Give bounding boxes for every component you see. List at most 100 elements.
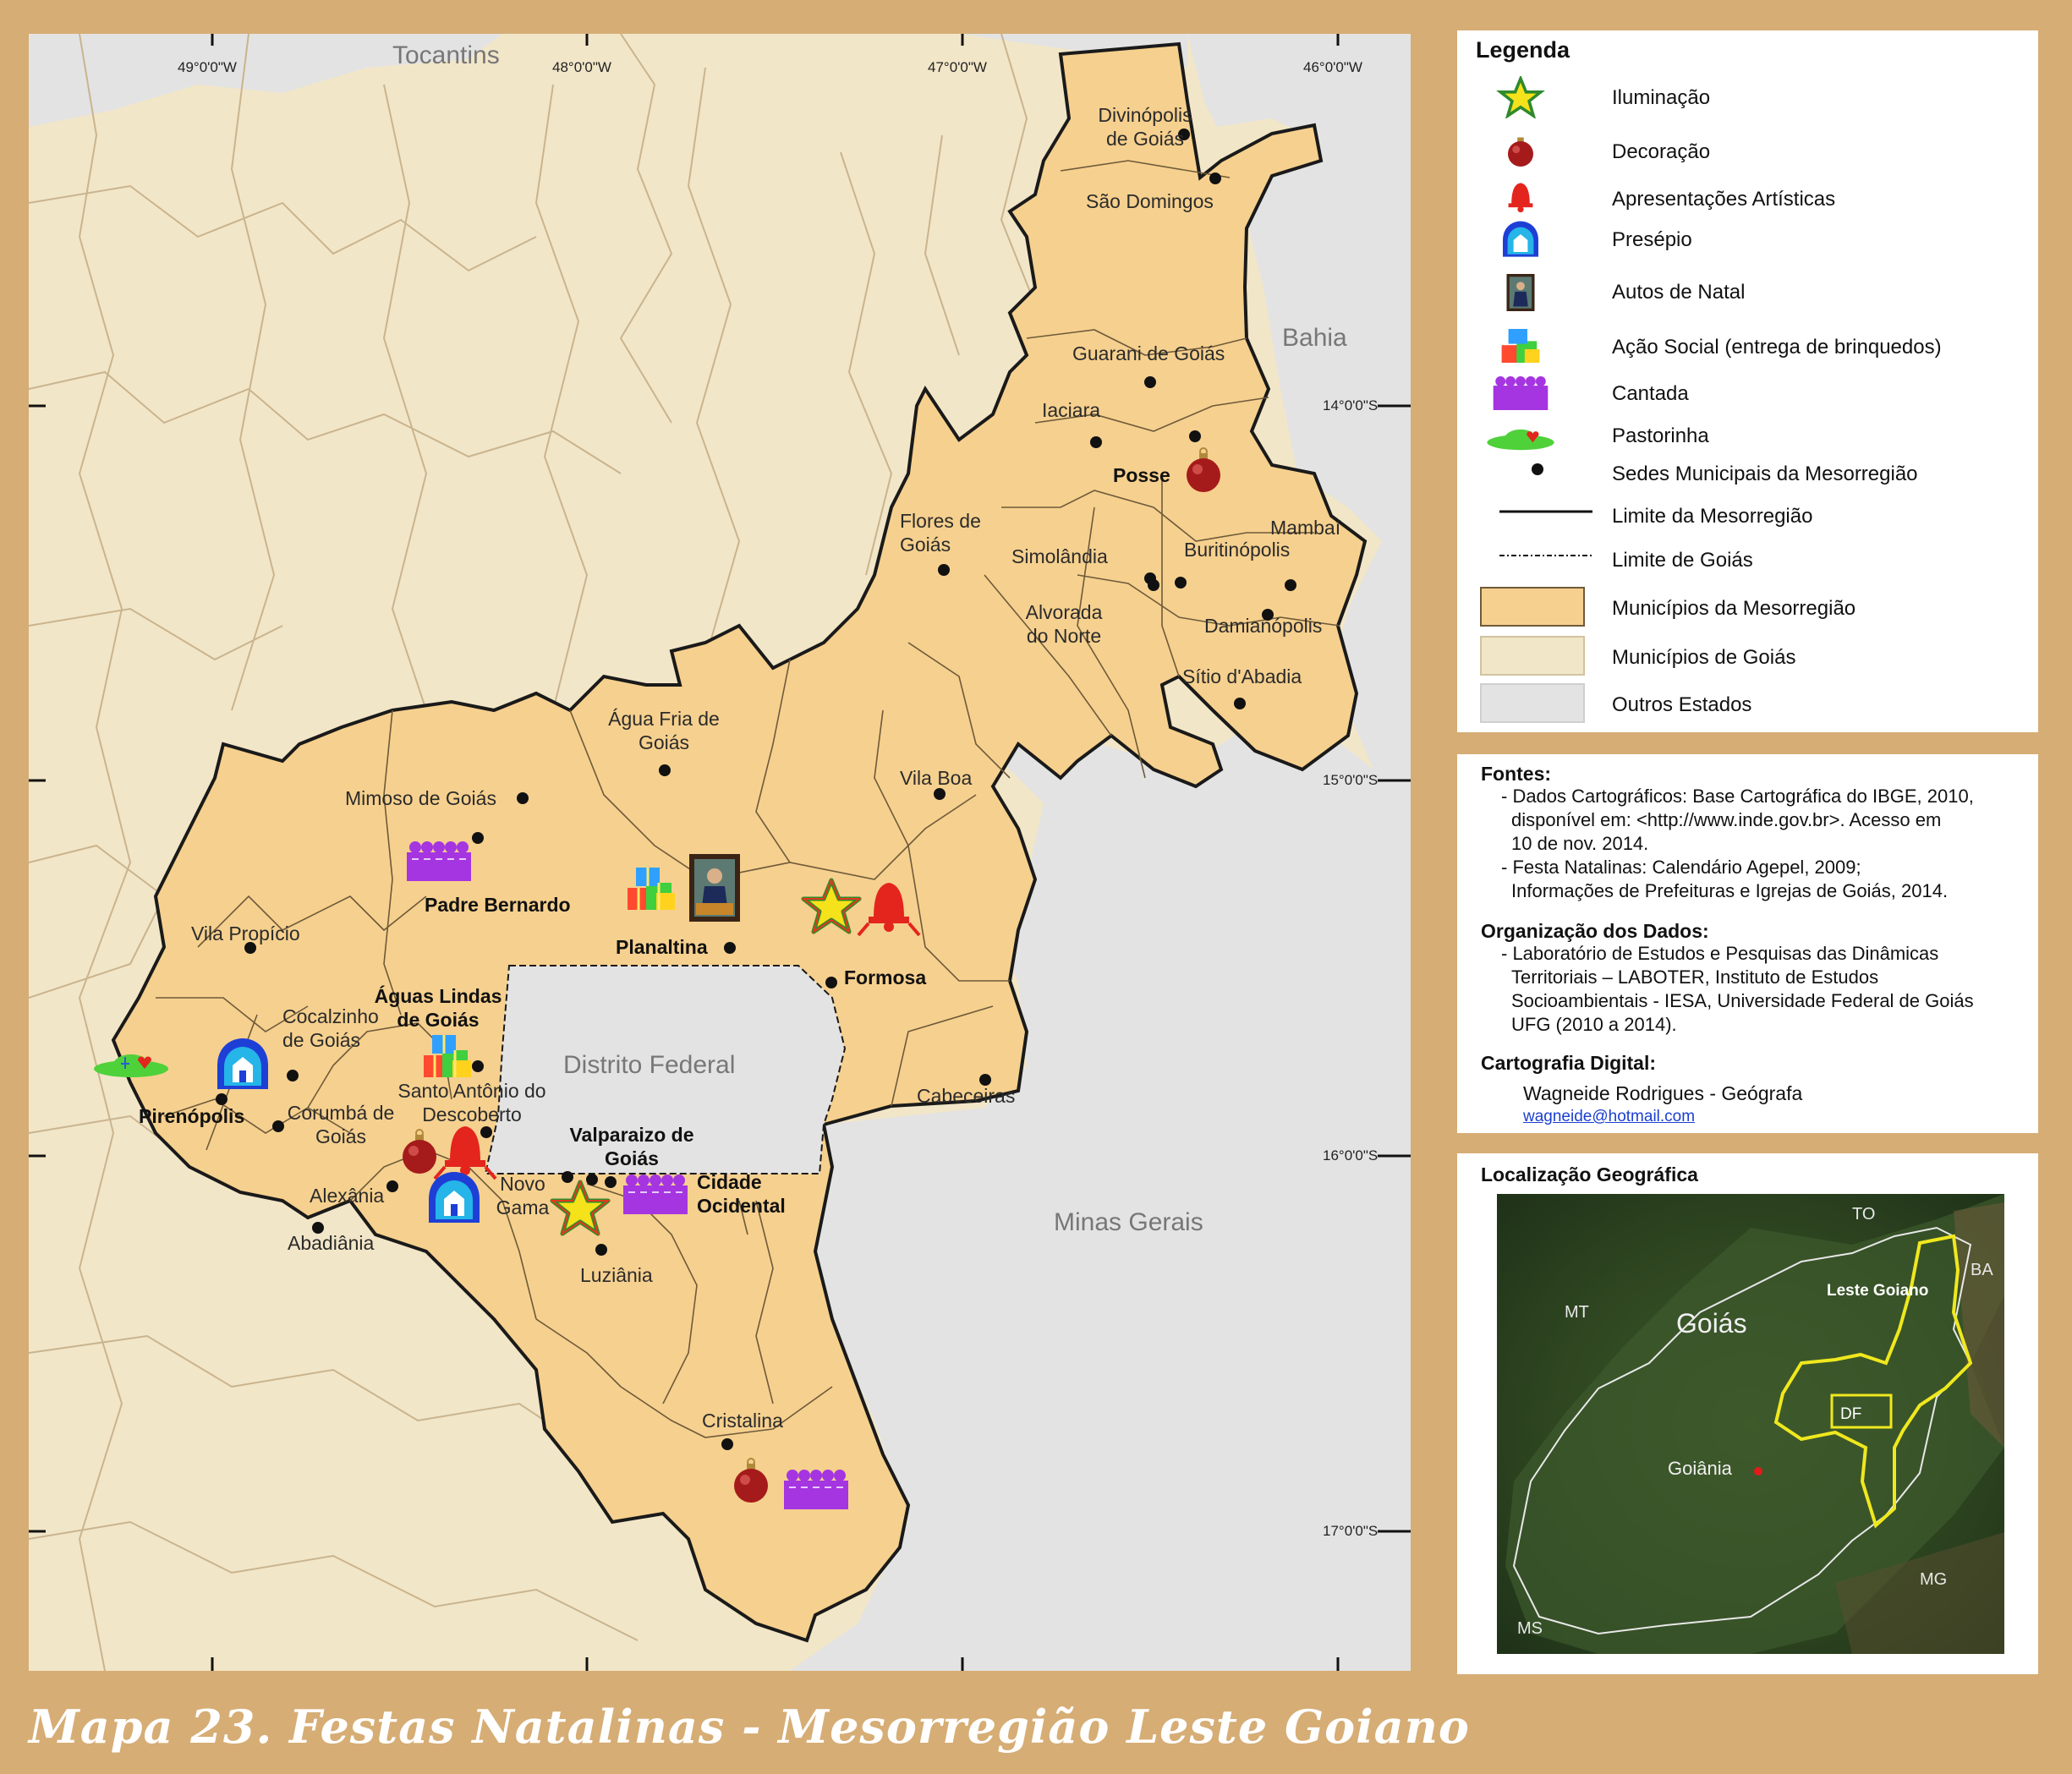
municipality-label: Valparaizo de Goiás [569,1124,694,1169]
latitude-label: 17°0'0"S [1323,1523,1379,1539]
nativity-play-icon [1506,274,1535,311]
sources-title: Fontes: [1481,763,1552,785]
swatch-other-states [1480,683,1585,723]
state-label-bahia: Bahia [1282,324,1347,352]
cantada-icon-padre-bernardo [406,840,472,882]
municipality-label: Água Fria de Goiás [608,708,720,753]
loc-label-mg: MG [1920,1570,1947,1589]
cartographer-email-link[interactable]: wagneide@hotmail.com [1523,1108,1695,1126]
swatch-goias [1480,636,1585,676]
legend-label: Municípios de Goiás [1612,646,1796,669]
ornament-ball-icon [1508,137,1533,167]
legend-label: Limite de Goiás [1612,549,1753,572]
municipality-label: Cidade Ocidental [697,1171,786,1217]
longitude-label: 46°0'0"W [1303,59,1362,75]
legend-label: Outros Estados [1612,693,1752,716]
latitude-label: 14°0'0"S [1323,397,1379,413]
municipality-label: Mimoso de Goiás [345,787,496,809]
longitude-label: 49°0'0"W [178,59,237,75]
legend-label: Presépio [1612,228,1692,251]
legend-label: Decoração [1612,140,1711,163]
loc-label-mt: MT [1565,1303,1589,1322]
loc-label-goias: Goiás [1676,1308,1747,1339]
legend-item-municipios-mesorregiao: Municípios da Mesorregião [1457,587,2038,629]
dot-icon [1532,463,1543,475]
state-label-minas-gerais: Minas Gerais [1054,1208,1203,1236]
map-area[interactable]: 49°0'0"W 48°0'0"W 47°0'0"W 46°0'0"W 14°0… [29,34,1411,1671]
presepio-icon-novo-gama [429,1172,480,1223]
bell-icon [1508,183,1533,213]
location-map: TO BA MT Goiás Leste Goiano DF Goiânia M… [1497,1194,2004,1654]
municipality-label: Mambaí [1270,517,1341,539]
municipality-label: Vila Propício [191,923,300,944]
municipality-label: Cristalina [702,1410,783,1432]
legend-item-municipios-goias: Municípios de Goiás [1457,636,2038,678]
legend-label: Iluminação [1612,86,1711,109]
shepherdess-hat-icon [1487,429,1554,451]
legend-item-limite-mesorregiao: Limite da Mesorregião [1457,495,2038,537]
loc-label-leste-goiano: Leste Goiano [1827,1282,1928,1300]
municipality-label: Pirenópolis [139,1105,245,1127]
legend-item-decoracao: Decoração [1457,130,2038,172]
choir-icon [1493,376,1549,410]
legend-item-sedes: Sedes Municipais da Mesorregião [1457,452,2038,495]
legend-label: Sedes Municipais da Mesorregião [1612,463,1918,485]
legend-item-cantada: Cantada [1457,372,2038,414]
municipality-label: Formosa [844,966,927,988]
autos-de-natal-icon-planaltina [689,854,740,922]
legend-label: Ação Social (entrega de brinquedos) [1612,336,1942,359]
location-panel: Localização Geográfica TO BA MT Goiás Le… [1457,1153,2038,1674]
legend-label: Pastorinha [1612,424,1709,447]
municipality-label: Vila Boa [900,767,973,789]
latitude-label: 15°0'0"S [1323,772,1379,788]
municipality-label: Iaciara [1042,399,1101,421]
municipality-label: Damianópolis [1204,615,1323,637]
organization-line: Socioambientais - IESA, Universidade Fed… [1511,990,1974,1011]
source-line: - Festa Natalinas: Calendário Agepel, 20… [1501,857,1861,878]
legend-label: Apresentações Artísticas [1612,188,1836,211]
municipality-label: Luziânia [580,1264,653,1286]
loc-label-to: TO [1852,1205,1875,1224]
longitude-label: 47°0'0"W [928,59,987,75]
municipality-label: Flores de Goiás [900,510,981,556]
loc-label-ba: BA [1971,1261,1993,1279]
municipality-label: Guarani de Goiás [1072,342,1225,364]
legend-item-presepio: Presépio [1457,218,2038,260]
legend-label: Limite da Mesorregião [1612,505,1813,528]
source-line: Informações de Prefeituras e Igrejas de … [1511,880,1949,901]
swatch-mesoregion [1480,587,1585,627]
map-title: Mapa 23. Festas Natalinas - Mesorregião … [29,1700,1470,1754]
municipality-label: Cabeceiras [917,1085,1016,1107]
legend-label: Municípios da Mesorregião [1612,597,1856,620]
municipality-label: São Domingos [1086,190,1214,212]
municipality-label: Simolândia [1011,545,1108,567]
municipality-label: Alexânia [310,1185,385,1207]
cantada-icon-cidade-ocidental [622,1174,688,1215]
state-label-tocantins: Tocantins [392,41,500,69]
longitude-label: 48°0'0"W [552,59,611,75]
organization-line: UFG (2010 a 2014). [1511,1014,1677,1035]
legend-title: Legenda [1476,37,1570,63]
municipality-label: Sítio d'Abadia [1182,665,1302,687]
organization-line: - Laboratório de Estudos e Pesquisas das… [1501,943,1939,964]
legend-item-outros-estados: Outros Estados [1457,683,2038,725]
sources-panel: Fontes: - Dados Cartográficos: Base Cart… [1457,754,2038,1133]
municipality-label: Alvorada do Norte [1025,601,1103,647]
municipality-label: Santo Antônio do Descoberto [397,1080,546,1125]
legend-label: Autos de Natal [1612,281,1746,304]
tocantins-region [29,34,1187,127]
latitude-label: 16°0'0"S [1323,1147,1379,1164]
legend-item-autos-de-natal: Autos de Natal [1457,271,2038,313]
legend-item-iluminacao: Iluminação [1457,76,2038,118]
municipality-label: Corumbá de Goiás [287,1102,395,1147]
gift-icon [1501,329,1540,363]
municipality-label: Buritinópolis [1184,539,1291,561]
loc-label-ms: MS [1517,1619,1543,1638]
municipality-label: Posse [1113,464,1170,486]
star-icon [1496,76,1545,118]
source-line: - Dados Cartográficos: Base Cartográfica… [1501,786,1974,807]
municipality-label: Novo Gama [496,1173,550,1218]
location-title: Localização Geográfica [1481,1164,1698,1185]
state-label-distrito-federal: Distrito Federal [563,1051,736,1079]
solid-line-icon [1499,510,1592,513]
